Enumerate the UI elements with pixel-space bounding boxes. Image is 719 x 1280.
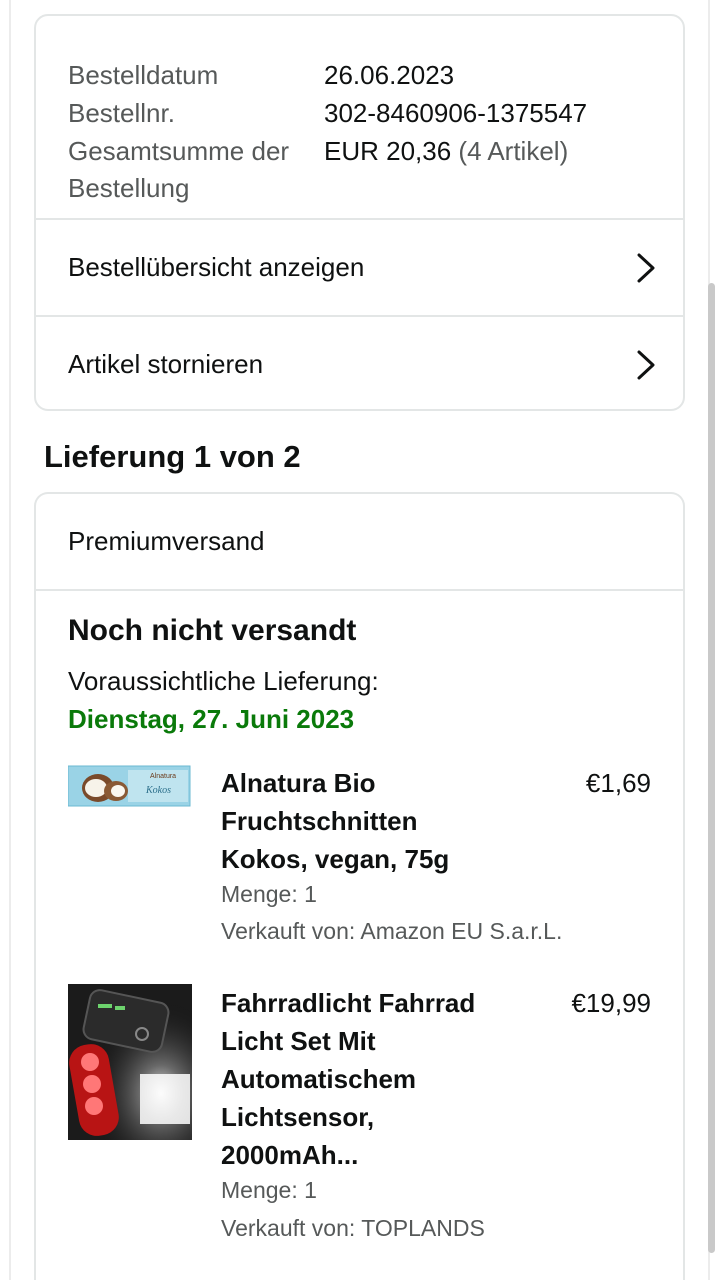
chevron-right-icon — [637, 350, 655, 379]
svg-text:Alnatura: Alnatura — [150, 773, 176, 780]
product-image-bike-light[interactable] — [68, 984, 192, 1140]
cancel-items-link[interactable]: Artikel stornieren — [36, 315, 683, 409]
item-title[interactable]: Alnatura Bio Fruchtschnitten Kokos, vega… — [221, 764, 511, 878]
order-item[interactable]: Fahrradlicht Fahrrad Licht Set Mit Autom… — [68, 984, 651, 1254]
shipment-card: Premiumversand Noch nicht versandt Vorau… — [34, 492, 685, 1280]
chevron-right-icon — [637, 253, 655, 282]
scrollbar[interactable] — [708, 283, 715, 1253]
shipment-status: Noch nicht versandt — [68, 614, 357, 647]
view-order-summary-label: Bestellübersicht anzeigen — [68, 252, 365, 282]
product-image-kokos-bar[interactable]: Alnatura Kokos — [68, 764, 192, 808]
shipment-title: Lieferung 1 von 2 — [44, 439, 301, 474]
item-quantity: Menge: 1 — [221, 881, 317, 907]
order-date-label: Bestelldatum — [68, 60, 219, 90]
order-details-page: Bestelldatum 26.06.2023 Bestellnr. 302-8… — [0, 0, 719, 1280]
order-summary-details: Bestelldatum 26.06.2023 Bestellnr. 302-8… — [36, 16, 683, 220]
item-seller: Verkauft von: Amazon EU S.a.r.L. — [221, 918, 563, 944]
item-seller: Verkauft von: TOPLANDS — [221, 1215, 485, 1241]
view-order-summary-link[interactable]: Bestellübersicht anzeigen — [36, 220, 683, 315]
cancel-items-label: Artikel stornieren — [68, 349, 264, 379]
order-number-value: 302-8460906-1375547 — [324, 98, 588, 128]
item-title[interactable]: Fahrradlicht Fahrrad Licht Set Mit Autom… — [221, 984, 511, 1174]
order-date-value: 26.06.2023 — [324, 60, 455, 90]
page-left-edge — [9, 0, 11, 1280]
order-summary-card: Bestelldatum 26.06.2023 Bestellnr. 302-8… — [34, 14, 685, 411]
item-quantity: Menge: 1 — [221, 1177, 317, 1203]
order-item-count: (4 Artikel) — [458, 136, 569, 166]
order-total-value: EUR 20,36 (4 Artikel) — [324, 133, 568, 170]
shipping-method: Premiumversand — [36, 494, 683, 591]
eta-label: Voraussichtliche Lieferung: — [68, 666, 379, 696]
order-total-label: Gesamtsumme der Bestellung — [68, 136, 290, 203]
item-price: €1,69 — [585, 768, 651, 798]
order-number-label: Bestellnr. — [68, 98, 175, 128]
item-price: €19,99 — [571, 988, 651, 1018]
eta-date: Dienstag, 27. Juni 2023 — [68, 704, 355, 734]
order-total-amount: EUR 20,36 — [324, 136, 452, 166]
order-item[interactable]: Alnatura Kokos Alnatura Bio Fruchtschnit… — [68, 764, 651, 954]
product-image-label: Kokos — [145, 785, 171, 796]
